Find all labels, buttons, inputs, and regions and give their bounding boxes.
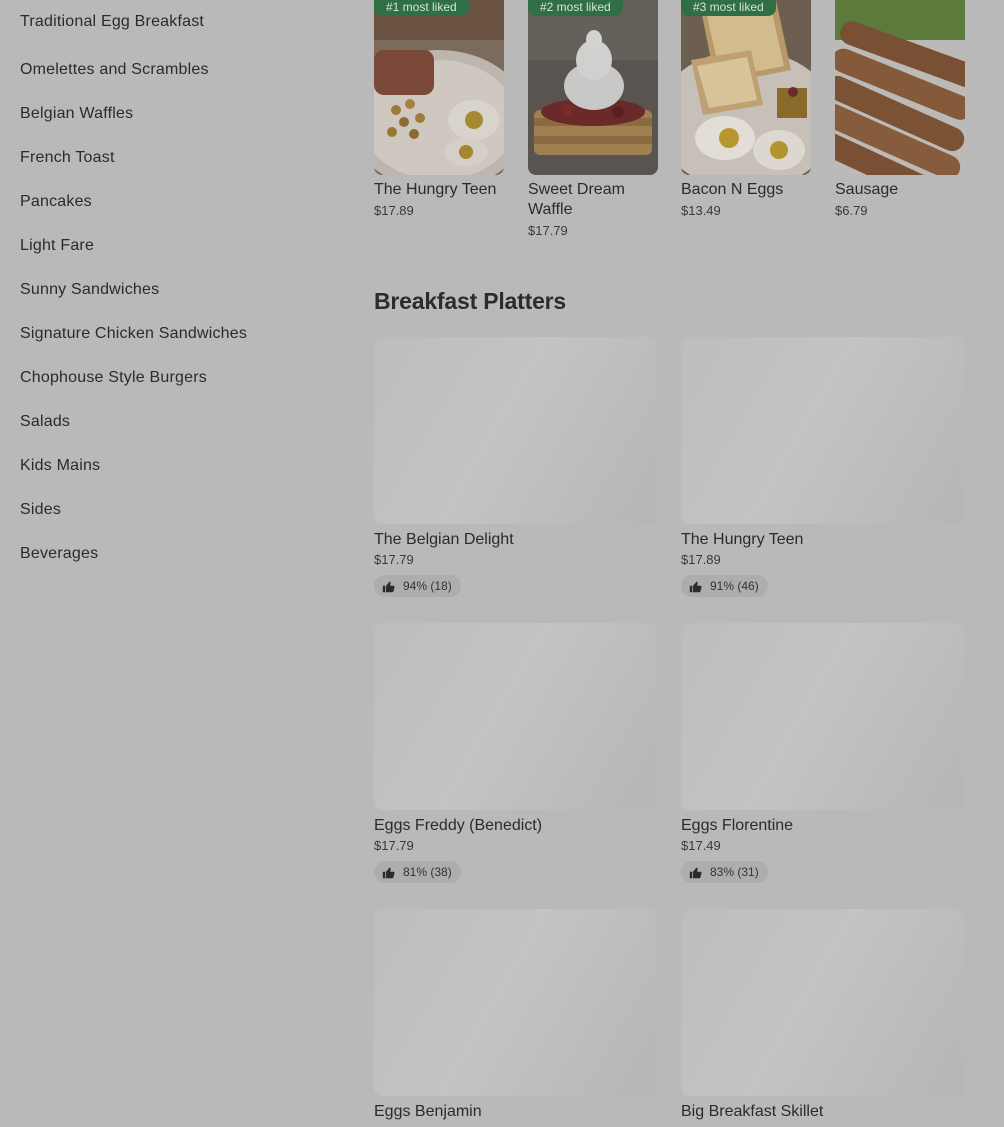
item-name: Sweet Dream Waffle — [528, 181, 625, 218]
rating-pill: 94% (18) — [374, 575, 461, 597]
most-liked-badge: #1 most liked — [374, 0, 469, 16]
menu-item-card[interactable]: Eggs Benjamin — [374, 909, 657, 1123]
item-price: $17.89 — [374, 203, 414, 218]
sidebar-item-french-toast[interactable]: French Toast — [20, 132, 350, 176]
item-name: Bacon N Eggs — [681, 181, 784, 198]
menu-item-card[interactable]: The Belgian Delight $17.79 94% (18) — [374, 337, 657, 598]
most-liked-card[interactable]: Sausage $6.79 — [835, 0, 965, 218]
item-name: Eggs Florentine — [681, 817, 794, 834]
item-image-placeholder — [681, 623, 964, 810]
sidebar-item-salads[interactable]: Salads — [20, 396, 350, 440]
thumbs-up-icon — [382, 867, 395, 878]
item-price: $17.79 — [374, 838, 414, 853]
most-liked-card[interactable]: #3 most liked Bacon N Eggs $13.49 — [681, 0, 811, 218]
menu-item-card[interactable]: Big Breakfast Skillet — [681, 909, 964, 1123]
item-name: The Belgian Delight — [374, 531, 514, 548]
sidebar-item-sunny-sandwiches[interactable]: Sunny Sandwiches — [20, 264, 350, 308]
sidebar-item-pancakes[interactable]: Pancakes — [20, 176, 350, 220]
sidebar-item-chophouse-style-burgers[interactable]: Chophouse Style Burgers — [20, 352, 350, 396]
rating-text: 81% (38) — [403, 865, 452, 879]
item-price: $13.49 — [681, 203, 721, 218]
item-name: The Hungry Teen — [374, 181, 497, 198]
item-image-placeholder — [681, 337, 964, 524]
sidebar-item-sides[interactable]: Sides — [20, 484, 350, 528]
thumbs-up-icon — [689, 867, 702, 878]
rating-pill: 81% (38) — [374, 861, 461, 883]
item-name: Sausage — [835, 181, 899, 198]
sidebar-item-kids-mains[interactable]: Kids Mains — [20, 440, 350, 484]
most-liked-card[interactable]: #2 most liked Sweet Dream Waffle $17.79 — [528, 0, 658, 238]
rating-text: 83% (31) — [710, 865, 759, 879]
most-liked-row: #1 most liked The Hungry Teen $17.89 #2 … — [374, 0, 965, 250]
item-image-placeholder — [681, 909, 964, 1096]
sidebar-item-omelettes-and-scrambles[interactable]: Omelettes and Scrambles — [20, 44, 350, 88]
sidebar-item-belgian-waffles[interactable]: Belgian Waffles — [20, 88, 350, 132]
menu-item-card[interactable]: The Hungry Teen $17.89 91% (46) — [681, 337, 964, 598]
item-price: $17.79 — [374, 552, 414, 567]
food-photo: #1 most liked — [374, 0, 504, 175]
item-price: $6.79 — [835, 203, 868, 218]
item-price: $17.49 — [681, 838, 721, 853]
item-image-placeholder — [374, 337, 657, 524]
rating-text: 91% (46) — [710, 579, 759, 593]
item-name: Big Breakfast Skillet — [681, 1103, 824, 1120]
item-name: Eggs Freddy (Benedict) — [374, 817, 543, 834]
item-name: The Hungry Teen — [681, 531, 804, 548]
rating-text: 94% (18) — [403, 579, 452, 593]
category-sidebar: Traditional Egg Breakfast Omelettes and … — [20, 0, 350, 572]
item-price: $17.79 — [528, 223, 568, 238]
thumbs-up-icon — [689, 581, 702, 592]
most-liked-card[interactable]: #1 most liked The Hungry Teen $17.89 — [374, 0, 504, 218]
sidebar-item-light-fare[interactable]: Light Fare — [20, 220, 350, 264]
menu-item-card[interactable]: Eggs Florentine $17.49 83% (31) — [681, 623, 964, 884]
sidebar-item-traditional-egg-breakfast[interactable]: Traditional Egg Breakfast — [20, 0, 350, 44]
item-name: Eggs Benjamin — [374, 1103, 482, 1120]
food-photo — [835, 0, 965, 175]
food-photo: #2 most liked — [528, 0, 658, 175]
sidebar-item-beverages[interactable]: Beverages — [20, 528, 350, 572]
sidebar-item-signature-chicken-sandwiches[interactable]: Signature Chicken Sandwiches — [20, 308, 350, 352]
item-price: $17.89 — [681, 552, 721, 567]
food-photo: #3 most liked — [681, 0, 811, 175]
item-image-placeholder — [374, 623, 657, 810]
rating-pill: 83% (31) — [681, 861, 768, 883]
item-image-placeholder — [374, 909, 657, 1096]
most-liked-badge: #2 most liked — [528, 0, 623, 16]
menu-item-card[interactable]: Eggs Freddy (Benedict) $17.79 81% (38) — [374, 623, 657, 884]
section-title: Breakfast Platters — [374, 288, 567, 314]
most-liked-badge: #3 most liked — [681, 0, 776, 16]
rating-pill: 91% (46) — [681, 575, 768, 597]
thumbs-up-icon — [382, 581, 395, 592]
